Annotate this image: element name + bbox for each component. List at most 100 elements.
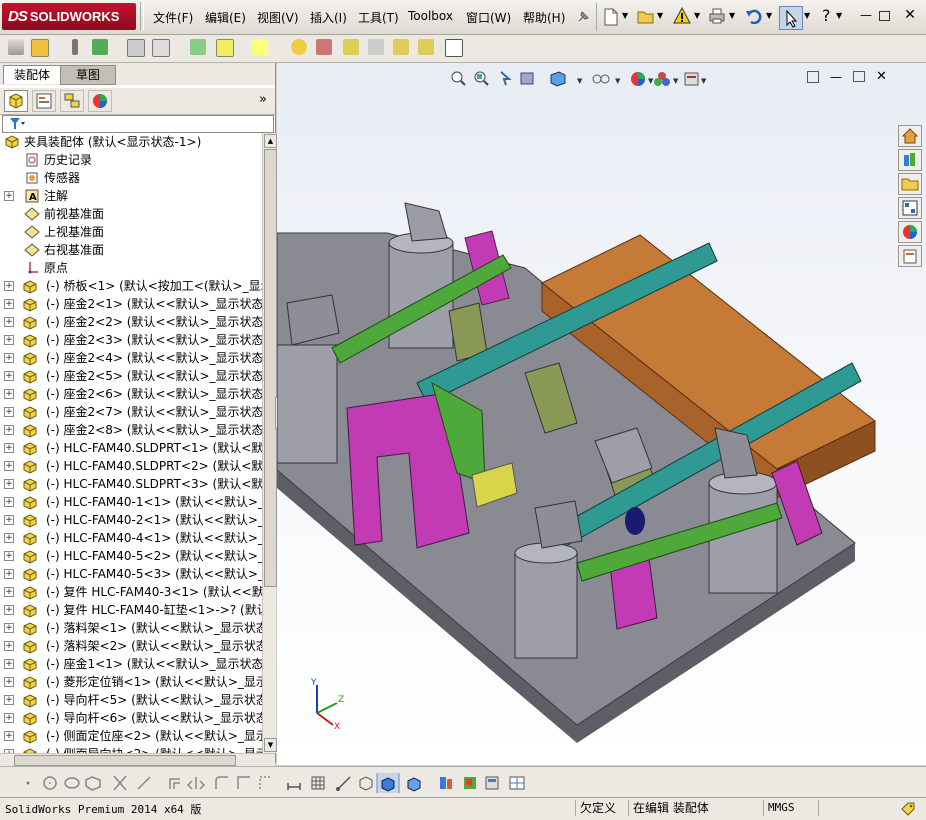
trim-icon[interactable]: [113, 775, 127, 791]
smart-fasteners-icon[interactable]: [127, 39, 145, 57]
pin-menu-icon[interactable]: [575, 9, 591, 25]
chevron-down-icon[interactable]: ▼: [766, 11, 772, 20]
expand-toggle-icon[interactable]: +: [4, 497, 14, 507]
menu-help[interactable]: 帮助(H): [523, 9, 565, 26]
expand-toggle-icon[interactable]: +: [4, 623, 14, 633]
help-icon[interactable]: ?: [822, 6, 831, 25]
expand-toggle-icon[interactable]: +: [4, 299, 14, 309]
property-manager-tab[interactable]: [32, 90, 56, 112]
point-icon[interactable]: [26, 781, 30, 785]
undo-icon[interactable]: [745, 8, 763, 24]
rebuild-warning-icon[interactable]: [673, 7, 691, 25]
mirror-icon[interactable]: [186, 777, 206, 790]
expand-toggle-icon[interactable]: +: [4, 533, 14, 543]
sketch-relations-icon[interactable]: [336, 776, 351, 791]
reference-geometry-icon[interactable]: [252, 39, 268, 55]
tree-vertical-scrollbar[interactable]: ▲ ▼: [262, 133, 277, 753]
section-cube-icon[interactable]: [359, 776, 373, 791]
chevron-down-icon[interactable]: ▼: [622, 11, 628, 20]
interference-detection-icon[interactable]: [393, 39, 409, 55]
chevron-down-icon[interactable]: ▼: [804, 11, 810, 20]
expand-toggle-icon[interactable]: +: [4, 407, 14, 417]
menu-toolbox[interactable]: Toolbox: [408, 9, 453, 23]
tree-horizontal-scrollbar[interactable]: [0, 753, 275, 766]
shaded-cube-icon[interactable]: [376, 773, 400, 793]
menu-edit[interactable]: 编辑(E): [205, 9, 246, 26]
restore-icon[interactable]: [879, 11, 890, 21]
chevron-down-icon[interactable]: ▼: [657, 11, 663, 20]
expand-toggle-icon[interactable]: +: [4, 731, 14, 741]
clearance-verification-icon[interactable]: [418, 39, 434, 55]
fillet-icon[interactable]: [215, 776, 228, 789]
shaded-edges-cube-icon[interactable]: [407, 777, 421, 792]
chevron-down-icon[interactable]: ▼: [729, 11, 735, 20]
expand-toggle-icon[interactable]: +: [4, 335, 14, 345]
dimension-icon[interactable]: [287, 783, 301, 790]
custom-properties-tab[interactable]: [898, 245, 922, 267]
expand-toggle-icon[interactable]: +: [4, 443, 14, 453]
expand-toggle-icon[interactable]: +: [4, 695, 14, 705]
new-motion-study-icon[interactable]: [291, 39, 307, 55]
polygon-icon[interactable]: [85, 776, 101, 791]
tag-icon[interactable]: [900, 801, 916, 817]
show-hidden-icon[interactable]: [190, 39, 206, 55]
tab-assembly[interactable]: 装配体: [3, 65, 61, 84]
chevron-down-icon[interactable]: ▼: [694, 11, 700, 20]
line-icon[interactable]: [137, 776, 151, 790]
scroll-down-button[interactable]: ▼: [264, 738, 277, 752]
expand-toggle-icon[interactable]: +: [4, 461, 14, 471]
expand-toggle-icon[interactable]: +: [4, 515, 14, 525]
menu-window[interactable]: 窗口(W): [466, 9, 511, 26]
bill-of-materials-icon[interactable]: [316, 39, 332, 55]
expand-toggle-icon[interactable]: +: [4, 317, 14, 327]
expand-toggle-icon[interactable]: +: [4, 551, 14, 561]
expand-toggle-icon[interactable]: +: [4, 605, 14, 615]
offset-icon[interactable]: [169, 778, 180, 789]
design-library-tab[interactable]: [898, 149, 922, 171]
display-toolbar-icon-2[interactable]: [464, 777, 476, 789]
status-units[interactable]: MMGS: [763, 800, 818, 816]
expand-toggle-icon[interactable]: +: [4, 713, 14, 723]
print-icon[interactable]: [708, 8, 726, 24]
mate-icon[interactable]: [72, 39, 78, 55]
close-icon[interactable]: ✕: [902, 8, 918, 22]
tab-sketch[interactable]: 草图: [60, 65, 116, 85]
configuration-manager-tab[interactable]: [60, 90, 84, 112]
new-document-icon[interactable]: [603, 8, 619, 26]
menu-file[interactable]: 文件(F): [153, 9, 193, 26]
dashed-rect-icon[interactable]: [259, 776, 272, 789]
expand-toggle-icon[interactable]: +: [4, 353, 14, 363]
exploded-view-icon[interactable]: [343, 39, 359, 55]
filter-bar[interactable]: [2, 115, 274, 133]
expand-toggle-icon[interactable]: +: [4, 569, 14, 579]
expand-toggle-icon[interactable]: +: [4, 677, 14, 687]
graphics-area[interactable]: ▼ ▼ ▼ ▼ ▼ — ✕ Y Z X: [277, 63, 926, 765]
expand-toggle-icon[interactable]: +: [4, 389, 14, 399]
expand-toggle-icon[interactable]: +: [4, 659, 14, 669]
insert-component-icon[interactable]: [31, 39, 49, 57]
linear-pattern-icon[interactable]: [92, 39, 108, 55]
open-folder-icon[interactable]: [637, 8, 655, 24]
chevron-down-icon[interactable]: ▼: [836, 11, 842, 20]
menu-view[interactable]: 视图(V): [257, 9, 299, 26]
scrollbar-thumb[interactable]: [264, 149, 277, 587]
grid-icon[interactable]: [311, 776, 325, 790]
ellipse-icon[interactable]: [64, 777, 80, 789]
appearances-tab[interactable]: [898, 221, 922, 243]
explode-line-sketch-icon[interactable]: [368, 39, 384, 55]
file-explorer-tab[interactable]: [898, 173, 922, 195]
assembly-model-render[interactable]: [277, 63, 926, 765]
scroll-up-button[interactable]: ▲: [264, 134, 277, 148]
select-button[interactable]: [779, 6, 803, 30]
expand-toggle-icon[interactable]: +: [4, 587, 14, 597]
expand-toggle-icon[interactable]: +: [4, 371, 14, 381]
minimize-icon[interactable]: —: [858, 8, 874, 22]
circle-icon[interactable]: [43, 776, 57, 790]
display-toolbar-icon-3[interactable]: [485, 776, 499, 790]
expand-toggle-icon[interactable]: +: [4, 281, 14, 291]
menu-tools[interactable]: 工具(T): [358, 9, 399, 26]
move-component-icon[interactable]: [152, 39, 170, 57]
corner-icon[interactable]: [237, 776, 250, 789]
expand-toggle-icon[interactable]: +: [4, 191, 14, 201]
display-toolbar-icon-1[interactable]: [440, 777, 452, 789]
